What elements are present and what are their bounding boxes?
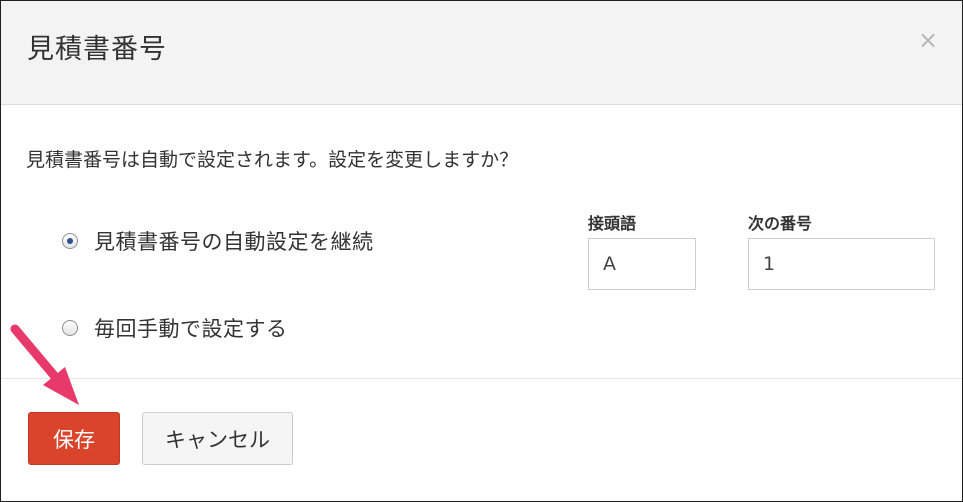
cancel-button[interactable]: キャンセル <box>142 412 293 465</box>
radio-auto-continue[interactable] <box>62 233 78 249</box>
dialog-message: 見積書番号は自動で設定されます。設定を変更しますか？ <box>26 149 519 171</box>
next-number-label: 次の番号 <box>748 214 813 233</box>
footer-divider <box>1 378 962 379</box>
next-number-input[interactable] <box>748 238 935 290</box>
dialog-header: 見積書番号 × <box>1 1 962 105</box>
close-icon[interactable]: × <box>915 27 941 53</box>
save-button[interactable]: 保存 <box>28 412 120 465</box>
option-manual-each-time[interactable]: 毎回手動で設定する <box>62 313 288 343</box>
prefix-label: 接頭語 <box>588 214 637 233</box>
option-auto-continue[interactable]: 見積書番号の自動設定を継続 <box>62 226 374 256</box>
radio-manual-each-time[interactable] <box>62 320 78 336</box>
prefix-input[interactable] <box>588 238 696 290</box>
option-manual-each-time-label: 毎回手動で設定する <box>94 317 288 341</box>
option-auto-continue-label: 見積書番号の自動設定を継続 <box>94 230 374 254</box>
dialog-title: 見積書番号 <box>27 34 167 65</box>
estimate-number-dialog: 見積書番号 × 見積書番号は自動で設定されます。設定を変更しますか？ 見積書番号… <box>0 0 963 502</box>
